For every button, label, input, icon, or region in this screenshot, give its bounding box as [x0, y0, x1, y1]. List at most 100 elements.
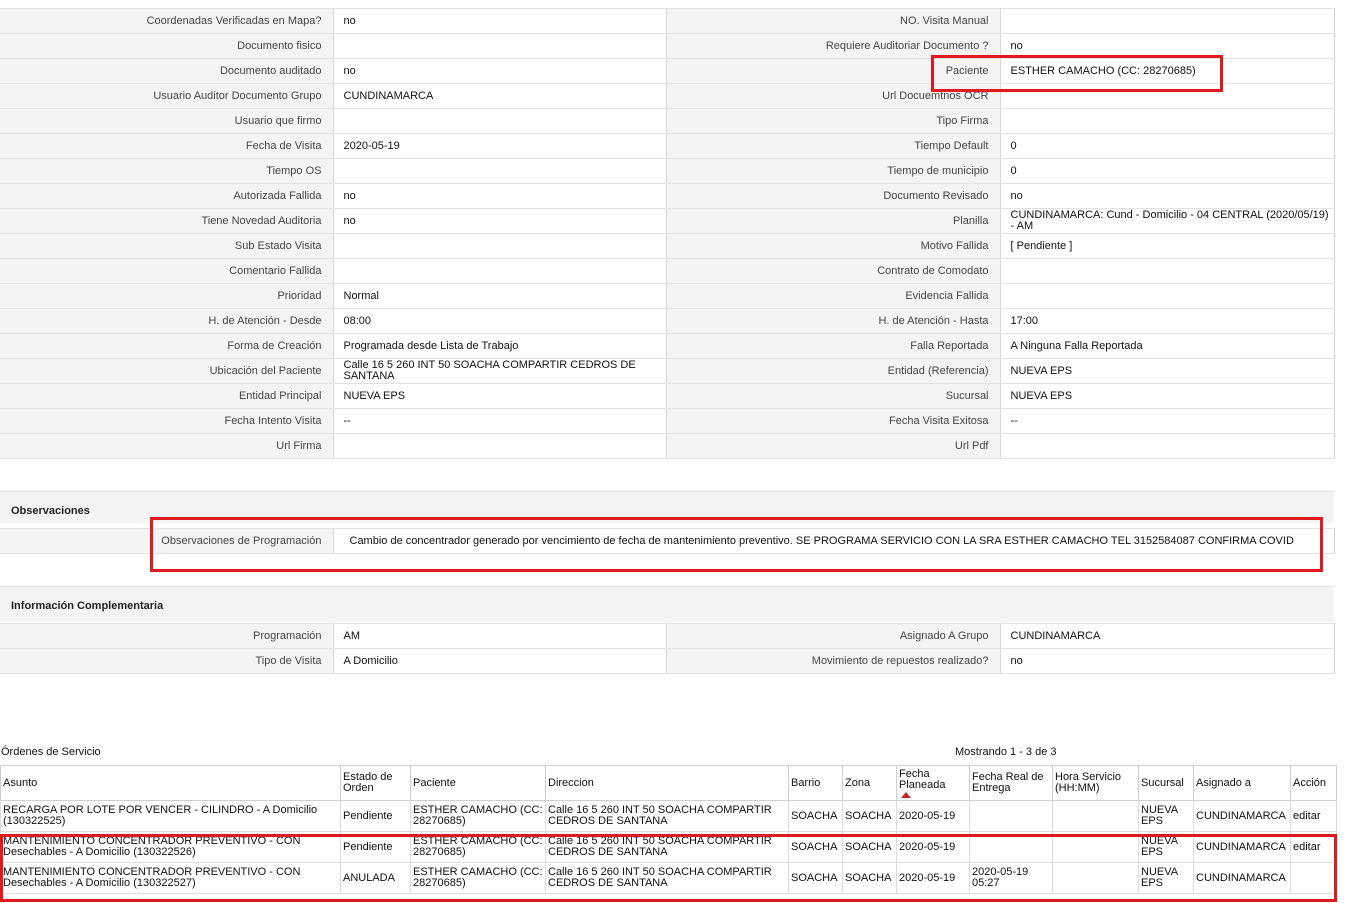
order-cell-estado: Pendiente — [340, 800, 411, 832]
field-label: Fecha Intento Visita — [0, 408, 334, 434]
field-label: Fecha de Visita — [0, 133, 334, 159]
field-value: A Domicilio — [333, 648, 667, 674]
sort-ascending-icon — [901, 791, 911, 798]
detail-row: Prioridad Normal Evidencia Fallida — [0, 283, 1335, 309]
field-value: ESTHER CAMACHO (CC: 28270685) — [1000, 58, 1335, 84]
field-value: -- — [1000, 408, 1335, 434]
order-cell-direccion: Calle 16 5 260 INT 50 SOACHA COMPARTIR C… — [545, 862, 789, 894]
col-header-zona[interactable]: Zona — [842, 765, 897, 801]
edit-link[interactable]: editar — [1293, 810, 1321, 822]
col-header-barrio[interactable]: Barrio — [788, 765, 843, 801]
order-cell-zona: SOACHA — [842, 862, 897, 894]
edit-link[interactable]: editar — [1293, 841, 1321, 853]
observaciones-header: Observaciones — [0, 491, 1334, 523]
detail-row: Coordenadas Verificadas en Mapa? no NO. Vi… — [0, 8, 1335, 34]
order-cell-sucursal: NUEVA EPS — [1138, 831, 1194, 863]
field-value: no — [333, 8, 667, 34]
detail-row: Tiempo OS Tiempo de municipio 0 — [0, 158, 1335, 184]
detail-row: Autorizada Fallida no Documento Revisado no — [0, 183, 1335, 209]
field-label: Tiempo Default — [666, 133, 1001, 159]
order-cell-estado: ANULADA — [340, 862, 411, 894]
field-label: Usuario que firmo — [0, 108, 334, 134]
order-cell-fecha-planeada: 2020-05-19 — [896, 862, 970, 894]
field-label: Documento Revisado — [666, 183, 1001, 209]
order-cell-fecha-real — [969, 831, 1053, 863]
field-label: Coordenadas Verificadas en Mapa? — [0, 8, 334, 34]
field-value: NUEVA EPS — [1000, 383, 1335, 409]
order-cell-zona: SOACHA — [842, 831, 897, 863]
field-label: Fecha Visita Exitosa — [666, 408, 1001, 434]
col-header-estado[interactable]: Estado de Orden — [340, 765, 411, 801]
field-label: Comentario Fallida — [0, 258, 334, 284]
field-label: Tipo Firma — [666, 108, 1001, 134]
detail-row: Ubicación del Paciente Calle 16 5 260 INT… — [0, 358, 1335, 384]
detail-row: Url Firma Url Pdf — [0, 433, 1335, 459]
observaciones-title: Observaciones — [11, 505, 90, 517]
col-header-direccion[interactable]: Direccion — [545, 765, 789, 801]
field-value: Normal — [333, 283, 667, 309]
field-value: no — [333, 58, 667, 84]
field-value: 17:00 — [1000, 308, 1335, 334]
col-header-paciente[interactable]: Paciente — [410, 765, 546, 801]
field-label: Planilla — [666, 208, 1001, 234]
detail-row: Forma de Creación Programada desde Lista … — [0, 333, 1335, 359]
col-header-asunto[interactable]: Asunto — [0, 765, 341, 801]
field-value — [1000, 8, 1335, 34]
col-header-fecha-planeada[interactable]: Fecha Planeada — [896, 765, 970, 801]
field-value — [1000, 258, 1335, 284]
order-cell-fecha-planeada: 2020-05-19 — [896, 800, 970, 832]
field-value — [333, 33, 667, 59]
observaciones-label: Observaciones de Programación — [0, 528, 334, 554]
field-value: no — [333, 183, 667, 209]
visit-details-table: Coordenadas Verificadas en Mapa? no NO. Vi… — [0, 8, 1335, 459]
field-label: Contrato de Comodato — [666, 258, 1001, 284]
order-cell-barrio: SOACHA — [788, 862, 843, 894]
orders-header-row: Asunto Estado de Orden Paciente Direccio… — [0, 765, 1337, 801]
field-label: Programación — [0, 623, 334, 649]
field-label: Documento auditado — [0, 58, 334, 84]
field-label: Sub Estado Visita — [0, 233, 334, 259]
detail-row: Usuario Auditor Documento Grupo CUNDINAMA… — [0, 83, 1335, 109]
field-value: no — [1000, 648, 1335, 674]
field-label: Movimiento de repuestos realizado? — [666, 648, 1001, 674]
order-cell-asunto: MANTENIMIENTO CONCENTRADOR PREVENTIVO - … — [0, 862, 341, 894]
col-header-fecha-real[interactable]: Fecha Real de Entrega — [969, 765, 1053, 801]
order-cell-sucursal: NUEVA EPS — [1138, 862, 1194, 894]
field-label: Falla Reportada — [666, 333, 1001, 359]
field-value — [333, 258, 667, 284]
detail-row: Tiene Novedad Auditoria no Planilla CUNDINA… — [0, 208, 1335, 234]
field-value: CUNDINAMARCA: Cund - Domicilio - 04 CENT… — [1000, 208, 1335, 234]
orders-pagination-count: Mostrando 1 - 3 de 3 — [955, 746, 1057, 758]
orders-table: Asunto Estado de Orden Paciente Direccio… — [0, 765, 1337, 894]
field-value — [1000, 433, 1335, 459]
field-value — [333, 158, 667, 184]
col-header-sucursal[interactable]: Sucursal — [1138, 765, 1194, 801]
complementaria-title: Información Complementaria — [11, 600, 164, 612]
order-row[interactable]: RECARGA POR LOTE POR VENCER - CILINDRO -… — [0, 800, 1337, 832]
col-header-hora[interactable]: Hora Servicio (HH:MM) — [1052, 765, 1139, 801]
field-label: Asignado A Grupo — [666, 623, 1001, 649]
order-row[interactable]: MANTENIMIENTO CONCENTRADOR PREVENTIVO - … — [0, 862, 1337, 894]
field-label: Url Pdf — [666, 433, 1001, 459]
detail-row: Comentario Fallida Contrato de Comodato — [0, 258, 1335, 284]
complementaria-header: Información Complementaria — [0, 586, 1334, 622]
orders-title: Órdenes de Servicio — [1, 746, 101, 758]
detail-row: Fecha Intento Visita -- Fecha Visita Exito… — [0, 408, 1335, 434]
field-label: Prioridad — [0, 283, 334, 309]
order-cell-asunto: MANTENIMIENTO CONCENTRADOR PREVENTIVO - … — [0, 831, 341, 863]
field-value: CUNDINAMARCA — [333, 83, 667, 109]
order-cell-hora — [1052, 800, 1139, 832]
detail-row: Documento auditado no Paciente ESTHER CAMAC… — [0, 58, 1335, 84]
order-row[interactable]: MANTENIMIENTO CONCENTRADOR PREVENTIVO - … — [0, 831, 1337, 863]
order-cell-fecha-planeada: 2020-05-19 — [896, 831, 970, 863]
col-header-asignado[interactable]: Asignado a — [1193, 765, 1291, 801]
order-cell-hora — [1052, 831, 1139, 863]
field-label: H. de Atención - Desde — [0, 308, 334, 334]
field-value: no — [1000, 183, 1335, 209]
order-cell-direccion: Calle 16 5 260 INT 50 SOACHA COMPARTIR C… — [545, 800, 789, 832]
field-label: Autorizada Fallida — [0, 183, 334, 209]
field-label: Motivo Fallida — [666, 233, 1001, 259]
order-cell-accion: editar — [1290, 831, 1337, 863]
field-label: Tiempo de municipio — [666, 158, 1001, 184]
field-value: Programada desde Lista de Trabajo — [333, 333, 667, 359]
